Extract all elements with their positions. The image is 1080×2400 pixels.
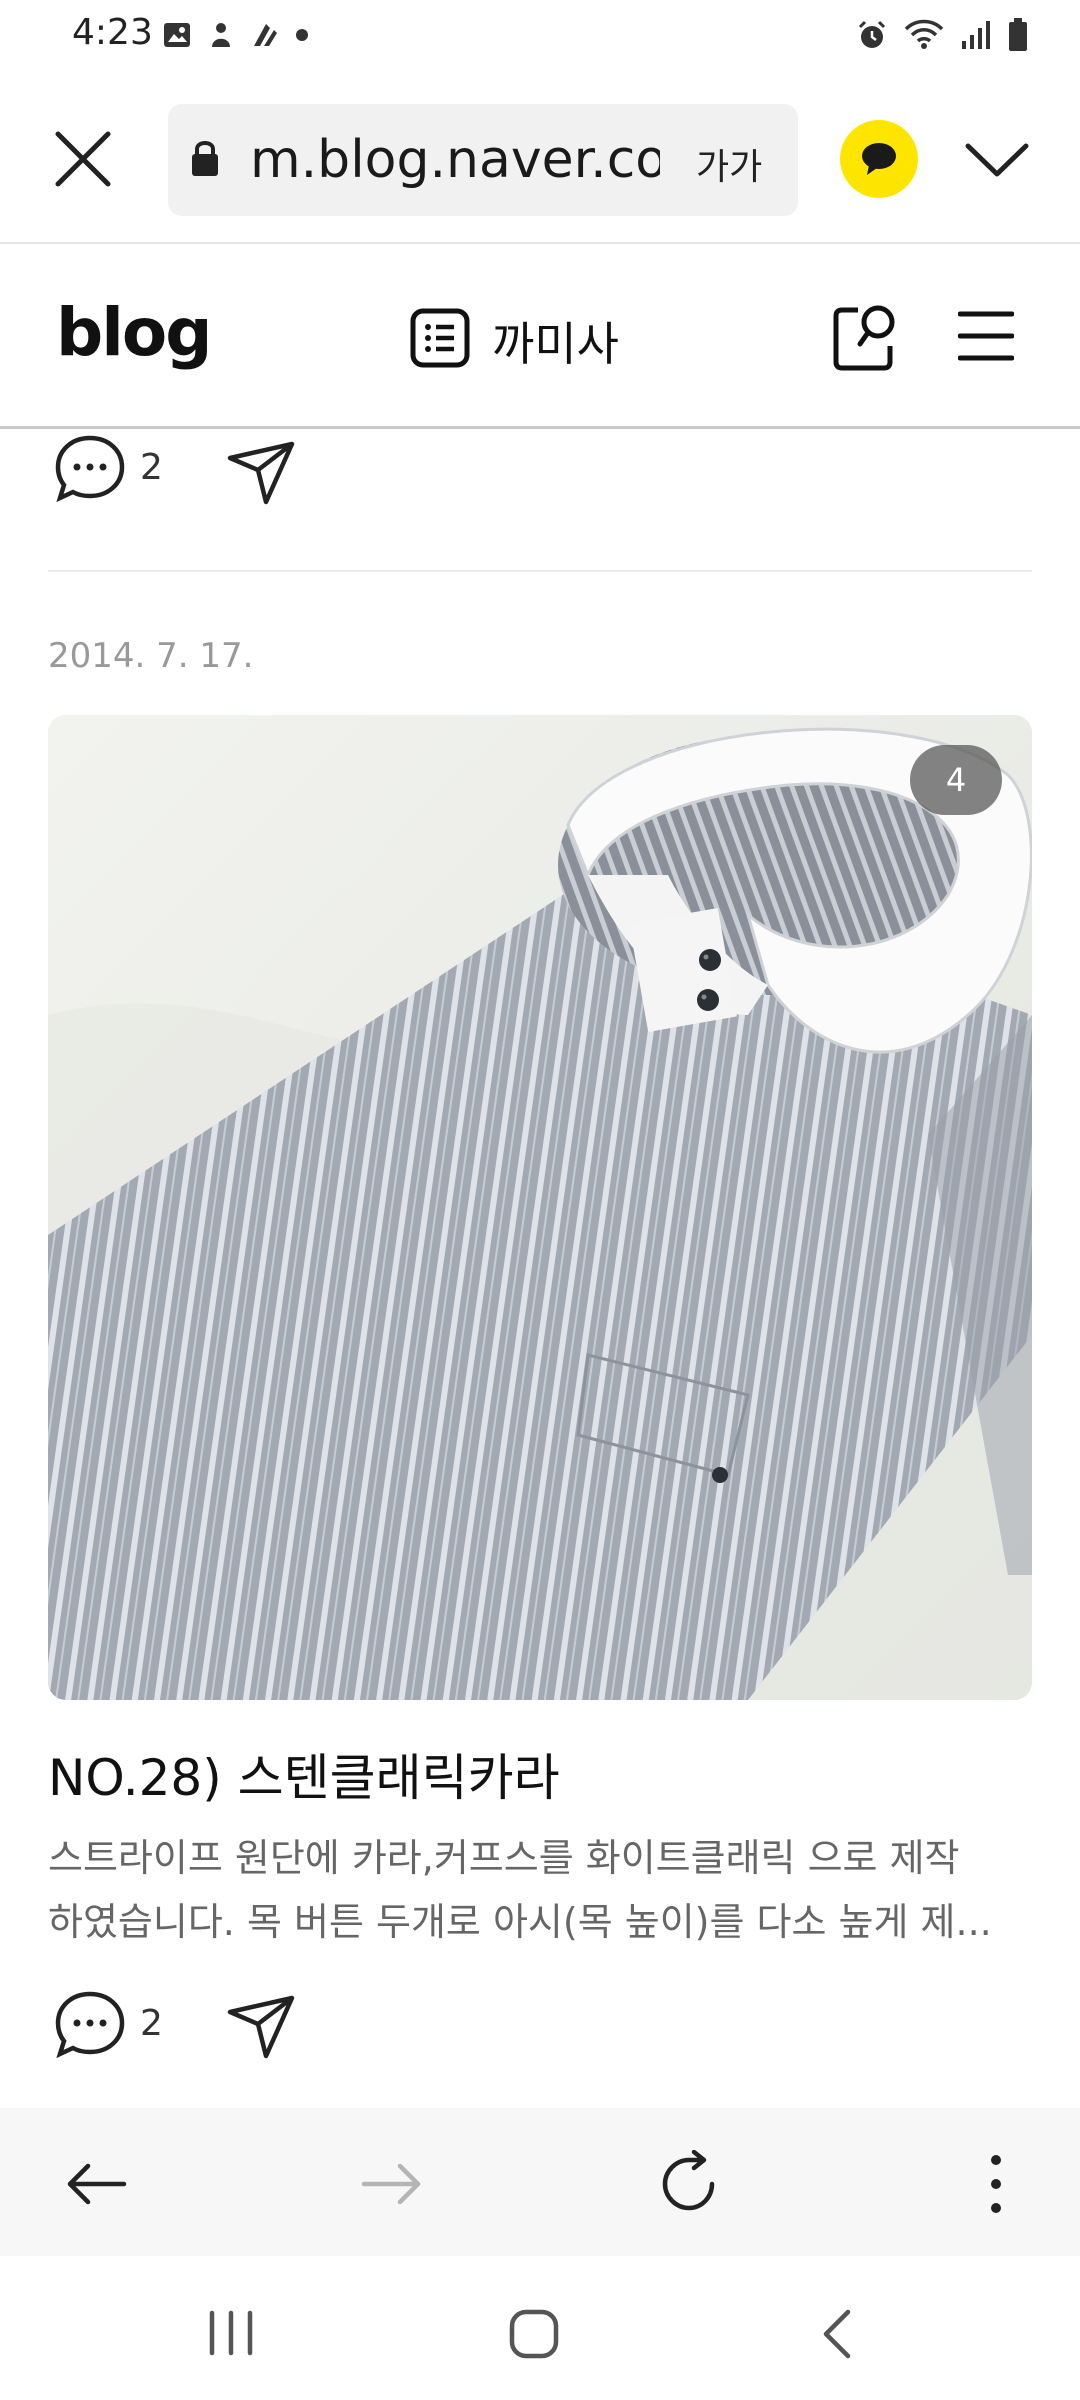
alarm-icon [858,20,886,48]
notification-icon-2 [254,24,277,46]
forward-arrow-icon[interactable] [360,2160,424,2208]
shirt-photo [48,715,1032,1700]
back-icon[interactable] [820,2308,854,2360]
lock-icon [192,141,218,176]
share-icon[interactable] [226,440,296,506]
signal-icon [962,21,990,49]
kakaotalk-share-button[interactable] [840,120,918,198]
comment-icon[interactable] [54,1990,128,2060]
chat-bubble-icon [862,143,896,175]
post-date: 2014. 7. 17. [48,636,254,676]
recent-apps-icon[interactable] [206,2310,256,2356]
list-icon [410,308,470,368]
status-left-icons [162,20,310,50]
status-time: 4:23 [72,12,153,53]
comment-count: 2 [140,447,163,488]
excerpt-line: 하였습니다. 목 버튼 두개로 아시(목 높이)를 다소 높게 제... [48,1900,992,1944]
share-icon[interactable] [226,1994,296,2060]
text-size-button[interactable]: 가가 [696,138,762,190]
close-tab-icon[interactable] [52,128,114,190]
search-icon[interactable] [832,300,900,372]
more-options-icon[interactable] [984,2152,1008,2216]
battery-icon [1009,18,1027,51]
wifi-icon [904,19,944,49]
notification-icon [212,23,230,47]
comment-count: 2 [140,2003,163,2044]
blog-name[interactable]: 까미사 [492,308,619,374]
post-excerpt[interactable]: 스트라이프 원단에 카라,커프스를 화이트클래릭 으로 제작 하였습니다. 목 … [48,1826,1038,1954]
menu-icon[interactable] [958,308,1014,364]
chevron-down-icon[interactable] [964,140,1030,180]
reload-icon[interactable] [656,2150,722,2216]
dot-icon [296,29,308,41]
url-text[interactable]: m.blog.naver.co [250,130,660,190]
post-separator [48,570,1032,572]
post-image[interactable] [48,715,1032,1700]
status-right-icons [856,18,1028,52]
back-arrow-icon[interactable] [64,2160,128,2208]
post-title[interactable]: NO.28) 스텐클래릭카라 [48,1738,560,1810]
image-count-badge: 4 [910,745,1002,815]
home-icon[interactable] [508,2308,560,2360]
browser-bottom-toolbar [0,2108,1080,2256]
blog-logo[interactable]: blog [56,294,212,371]
gallery-icon [164,23,190,47]
status-bar: 4:23 [0,0,1080,76]
excerpt-line: 스트라이프 원단에 카라,커프스를 화이트클래릭 으로 제작 [48,1836,960,1880]
comment-icon[interactable] [54,434,128,504]
header-divider [0,426,1080,429]
